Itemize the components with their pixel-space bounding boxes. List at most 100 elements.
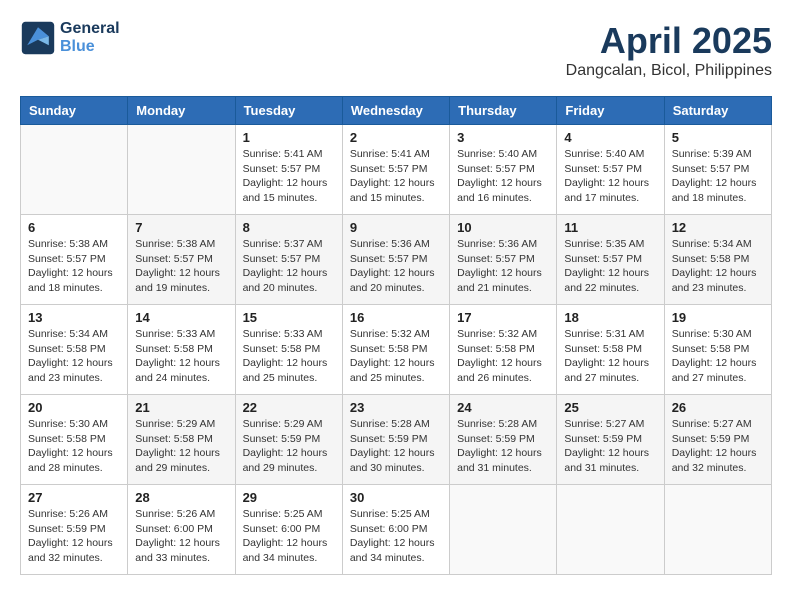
day-info: Sunrise: 5:36 AM Sunset: 5:57 PM Dayligh… bbox=[457, 237, 549, 296]
cell-week3-day4: 17 Sunrise: 5:32 AM Sunset: 5:58 PM Dayli… bbox=[450, 305, 557, 395]
day-info: Sunrise: 5:29 AM Sunset: 5:58 PM Dayligh… bbox=[135, 417, 227, 476]
day-info: Sunrise: 5:32 AM Sunset: 5:58 PM Dayligh… bbox=[350, 327, 442, 386]
cell-week5-day4 bbox=[450, 485, 557, 575]
cell-week1-day1 bbox=[128, 125, 235, 215]
day-info: Sunrise: 5:27 AM Sunset: 5:59 PM Dayligh… bbox=[564, 417, 656, 476]
day-number: 11 bbox=[564, 220, 656, 235]
day-number: 15 bbox=[243, 310, 335, 325]
col-tuesday: Tuesday bbox=[235, 97, 342, 125]
page-header: General Blue April 2025 Dangcalan, Bicol… bbox=[20, 20, 772, 80]
day-number: 17 bbox=[457, 310, 549, 325]
day-number: 26 bbox=[672, 400, 764, 415]
cell-week2-day4: 10 Sunrise: 5:36 AM Sunset: 5:57 PM Dayli… bbox=[450, 215, 557, 305]
logo-text: General Blue bbox=[60, 20, 120, 56]
day-number: 6 bbox=[28, 220, 120, 235]
cell-week3-day2: 15 Sunrise: 5:33 AM Sunset: 5:58 PM Dayli… bbox=[235, 305, 342, 395]
cell-week5-day6 bbox=[664, 485, 771, 575]
day-info: Sunrise: 5:29 AM Sunset: 5:59 PM Dayligh… bbox=[243, 417, 335, 476]
col-friday: Friday bbox=[557, 97, 664, 125]
day-number: 19 bbox=[672, 310, 764, 325]
cell-week1-day0 bbox=[21, 125, 128, 215]
calendar-table: Sunday Monday Tuesday Wednesday Thursday… bbox=[20, 96, 772, 575]
day-info: Sunrise: 5:41 AM Sunset: 5:57 PM Dayligh… bbox=[350, 147, 442, 206]
day-info: Sunrise: 5:33 AM Sunset: 5:58 PM Dayligh… bbox=[243, 327, 335, 386]
week-row-1: 1 Sunrise: 5:41 AM Sunset: 5:57 PM Daylig… bbox=[21, 125, 772, 215]
day-number: 21 bbox=[135, 400, 227, 415]
day-number: 24 bbox=[457, 400, 549, 415]
day-info: Sunrise: 5:25 AM Sunset: 6:00 PM Dayligh… bbox=[243, 507, 335, 566]
day-number: 14 bbox=[135, 310, 227, 325]
day-info: Sunrise: 5:39 AM Sunset: 5:57 PM Dayligh… bbox=[672, 147, 764, 206]
cell-week3-day1: 14 Sunrise: 5:33 AM Sunset: 5:58 PM Dayli… bbox=[128, 305, 235, 395]
cell-week1-day3: 2Sunrise: 5:41 AM Sunset: 5:57 PM Daylig… bbox=[342, 125, 449, 215]
day-number: 12 bbox=[672, 220, 764, 235]
cell-week3-day0: 13Sunrise: 5:34 AM Sunset: 5:58 PM Dayli… bbox=[21, 305, 128, 395]
cell-week5-day2: 29 Sunrise: 5:25 AM Sunset: 6:00 PM Dayli… bbox=[235, 485, 342, 575]
day-info: Sunrise: 5:35 AM Sunset: 5:57 PM Dayligh… bbox=[564, 237, 656, 296]
cell-week2-day5: 11 Sunrise: 5:35 AM Sunset: 5:57 PM Dayli… bbox=[557, 215, 664, 305]
day-info: Sunrise: 5:33 AM Sunset: 5:58 PM Dayligh… bbox=[135, 327, 227, 386]
page-subtitle: Dangcalan, Bicol, Philippines bbox=[566, 62, 772, 80]
day-number: 7 bbox=[135, 220, 227, 235]
cell-week4-day1: 21 Sunrise: 5:29 AM Sunset: 5:58 PM Dayli… bbox=[128, 395, 235, 485]
title-area: April 2025 Dangcalan, Bicol, Philippines bbox=[566, 20, 772, 80]
cell-week3-day5: 18Sunrise: 5:31 AM Sunset: 5:58 PM Dayli… bbox=[557, 305, 664, 395]
cell-week5-day3: 30 Sunrise: 5:25 AM Sunset: 6:00 PM Dayli… bbox=[342, 485, 449, 575]
day-info: Sunrise: 5:30 AM Sunset: 5:58 PM Dayligh… bbox=[672, 327, 764, 386]
cell-week2-day6: 12 Sunrise: 5:34 AM Sunset: 5:58 PM Dayli… bbox=[664, 215, 771, 305]
day-info: Sunrise: 5:38 AM Sunset: 5:57 PM Dayligh… bbox=[28, 237, 120, 296]
cell-week5-day5 bbox=[557, 485, 664, 575]
week-row-5: 27 Sunrise: 5:26 AM Sunset: 5:59 PM Dayli… bbox=[21, 485, 772, 575]
page-title: April 2025 bbox=[566, 20, 772, 62]
cell-week4-day5: 25Sunrise: 5:27 AM Sunset: 5:59 PM Dayli… bbox=[557, 395, 664, 485]
cell-week1-day2: 1 Sunrise: 5:41 AM Sunset: 5:57 PM Daylig… bbox=[235, 125, 342, 215]
col-thursday: Thursday bbox=[450, 97, 557, 125]
day-number: 18 bbox=[564, 310, 656, 325]
cell-week2-day3: 9Sunrise: 5:36 AM Sunset: 5:57 PM Daylig… bbox=[342, 215, 449, 305]
day-info: Sunrise: 5:26 AM Sunset: 5:59 PM Dayligh… bbox=[28, 507, 120, 566]
day-info: Sunrise: 5:26 AM Sunset: 6:00 PM Dayligh… bbox=[135, 507, 227, 566]
cell-week4-day6: 26 Sunrise: 5:27 AM Sunset: 5:59 PM Dayli… bbox=[664, 395, 771, 485]
cell-week5-day0: 27 Sunrise: 5:26 AM Sunset: 5:59 PM Dayli… bbox=[21, 485, 128, 575]
day-info: Sunrise: 5:30 AM Sunset: 5:58 PM Dayligh… bbox=[28, 417, 120, 476]
cell-week3-day3: 16Sunrise: 5:32 AM Sunset: 5:58 PM Dayli… bbox=[342, 305, 449, 395]
day-info: Sunrise: 5:38 AM Sunset: 5:57 PM Dayligh… bbox=[135, 237, 227, 296]
day-info: Sunrise: 5:36 AM Sunset: 5:57 PM Dayligh… bbox=[350, 237, 442, 296]
day-number: 8 bbox=[243, 220, 335, 235]
day-number: 23 bbox=[350, 400, 442, 415]
day-info: Sunrise: 5:28 AM Sunset: 5:59 PM Dayligh… bbox=[350, 417, 442, 476]
day-number: 27 bbox=[28, 490, 120, 505]
cell-week2-day1: 7 Sunrise: 5:38 AM Sunset: 5:57 PM Daylig… bbox=[128, 215, 235, 305]
day-number: 3 bbox=[457, 130, 549, 145]
cell-week4-day2: 22 Sunrise: 5:29 AM Sunset: 5:59 PM Dayli… bbox=[235, 395, 342, 485]
week-row-4: 20Sunrise: 5:30 AM Sunset: 5:58 PM Dayli… bbox=[21, 395, 772, 485]
col-saturday: Saturday bbox=[664, 97, 771, 125]
day-number: 30 bbox=[350, 490, 442, 505]
cell-week1-day6: 5 Sunrise: 5:39 AM Sunset: 5:57 PM Daylig… bbox=[664, 125, 771, 215]
cell-week5-day1: 28Sunrise: 5:26 AM Sunset: 6:00 PM Dayli… bbox=[128, 485, 235, 575]
day-number: 1 bbox=[243, 130, 335, 145]
day-info: Sunrise: 5:41 AM Sunset: 5:57 PM Dayligh… bbox=[243, 147, 335, 206]
day-info: Sunrise: 5:37 AM Sunset: 5:57 PM Dayligh… bbox=[243, 237, 335, 296]
col-wednesday: Wednesday bbox=[342, 97, 449, 125]
cell-week1-day5: 4Sunrise: 5:40 AM Sunset: 5:57 PM Daylig… bbox=[557, 125, 664, 215]
day-info: Sunrise: 5:40 AM Sunset: 5:57 PM Dayligh… bbox=[457, 147, 549, 206]
logo: General Blue bbox=[20, 20, 120, 56]
day-number: 5 bbox=[672, 130, 764, 145]
day-info: Sunrise: 5:25 AM Sunset: 6:00 PM Dayligh… bbox=[350, 507, 442, 566]
day-info: Sunrise: 5:28 AM Sunset: 5:59 PM Dayligh… bbox=[457, 417, 549, 476]
calendar-header-row: Sunday Monday Tuesday Wednesday Thursday… bbox=[21, 97, 772, 125]
day-info: Sunrise: 5:34 AM Sunset: 5:58 PM Dayligh… bbox=[28, 327, 120, 386]
week-row-3: 13Sunrise: 5:34 AM Sunset: 5:58 PM Dayli… bbox=[21, 305, 772, 395]
day-info: Sunrise: 5:34 AM Sunset: 5:58 PM Dayligh… bbox=[672, 237, 764, 296]
cell-week4-day3: 23 Sunrise: 5:28 AM Sunset: 5:59 PM Dayli… bbox=[342, 395, 449, 485]
cell-week3-day6: 19 Sunrise: 5:30 AM Sunset: 5:58 PM Dayli… bbox=[664, 305, 771, 395]
cell-week2-day0: 6 Sunrise: 5:38 AM Sunset: 5:57 PM Daylig… bbox=[21, 215, 128, 305]
day-number: 29 bbox=[243, 490, 335, 505]
cell-week4-day0: 20Sunrise: 5:30 AM Sunset: 5:58 PM Dayli… bbox=[21, 395, 128, 485]
logo-icon bbox=[20, 20, 56, 56]
day-info: Sunrise: 5:27 AM Sunset: 5:59 PM Dayligh… bbox=[672, 417, 764, 476]
day-number: 22 bbox=[243, 400, 335, 415]
day-info: Sunrise: 5:32 AM Sunset: 5:58 PM Dayligh… bbox=[457, 327, 549, 386]
day-number: 10 bbox=[457, 220, 549, 235]
